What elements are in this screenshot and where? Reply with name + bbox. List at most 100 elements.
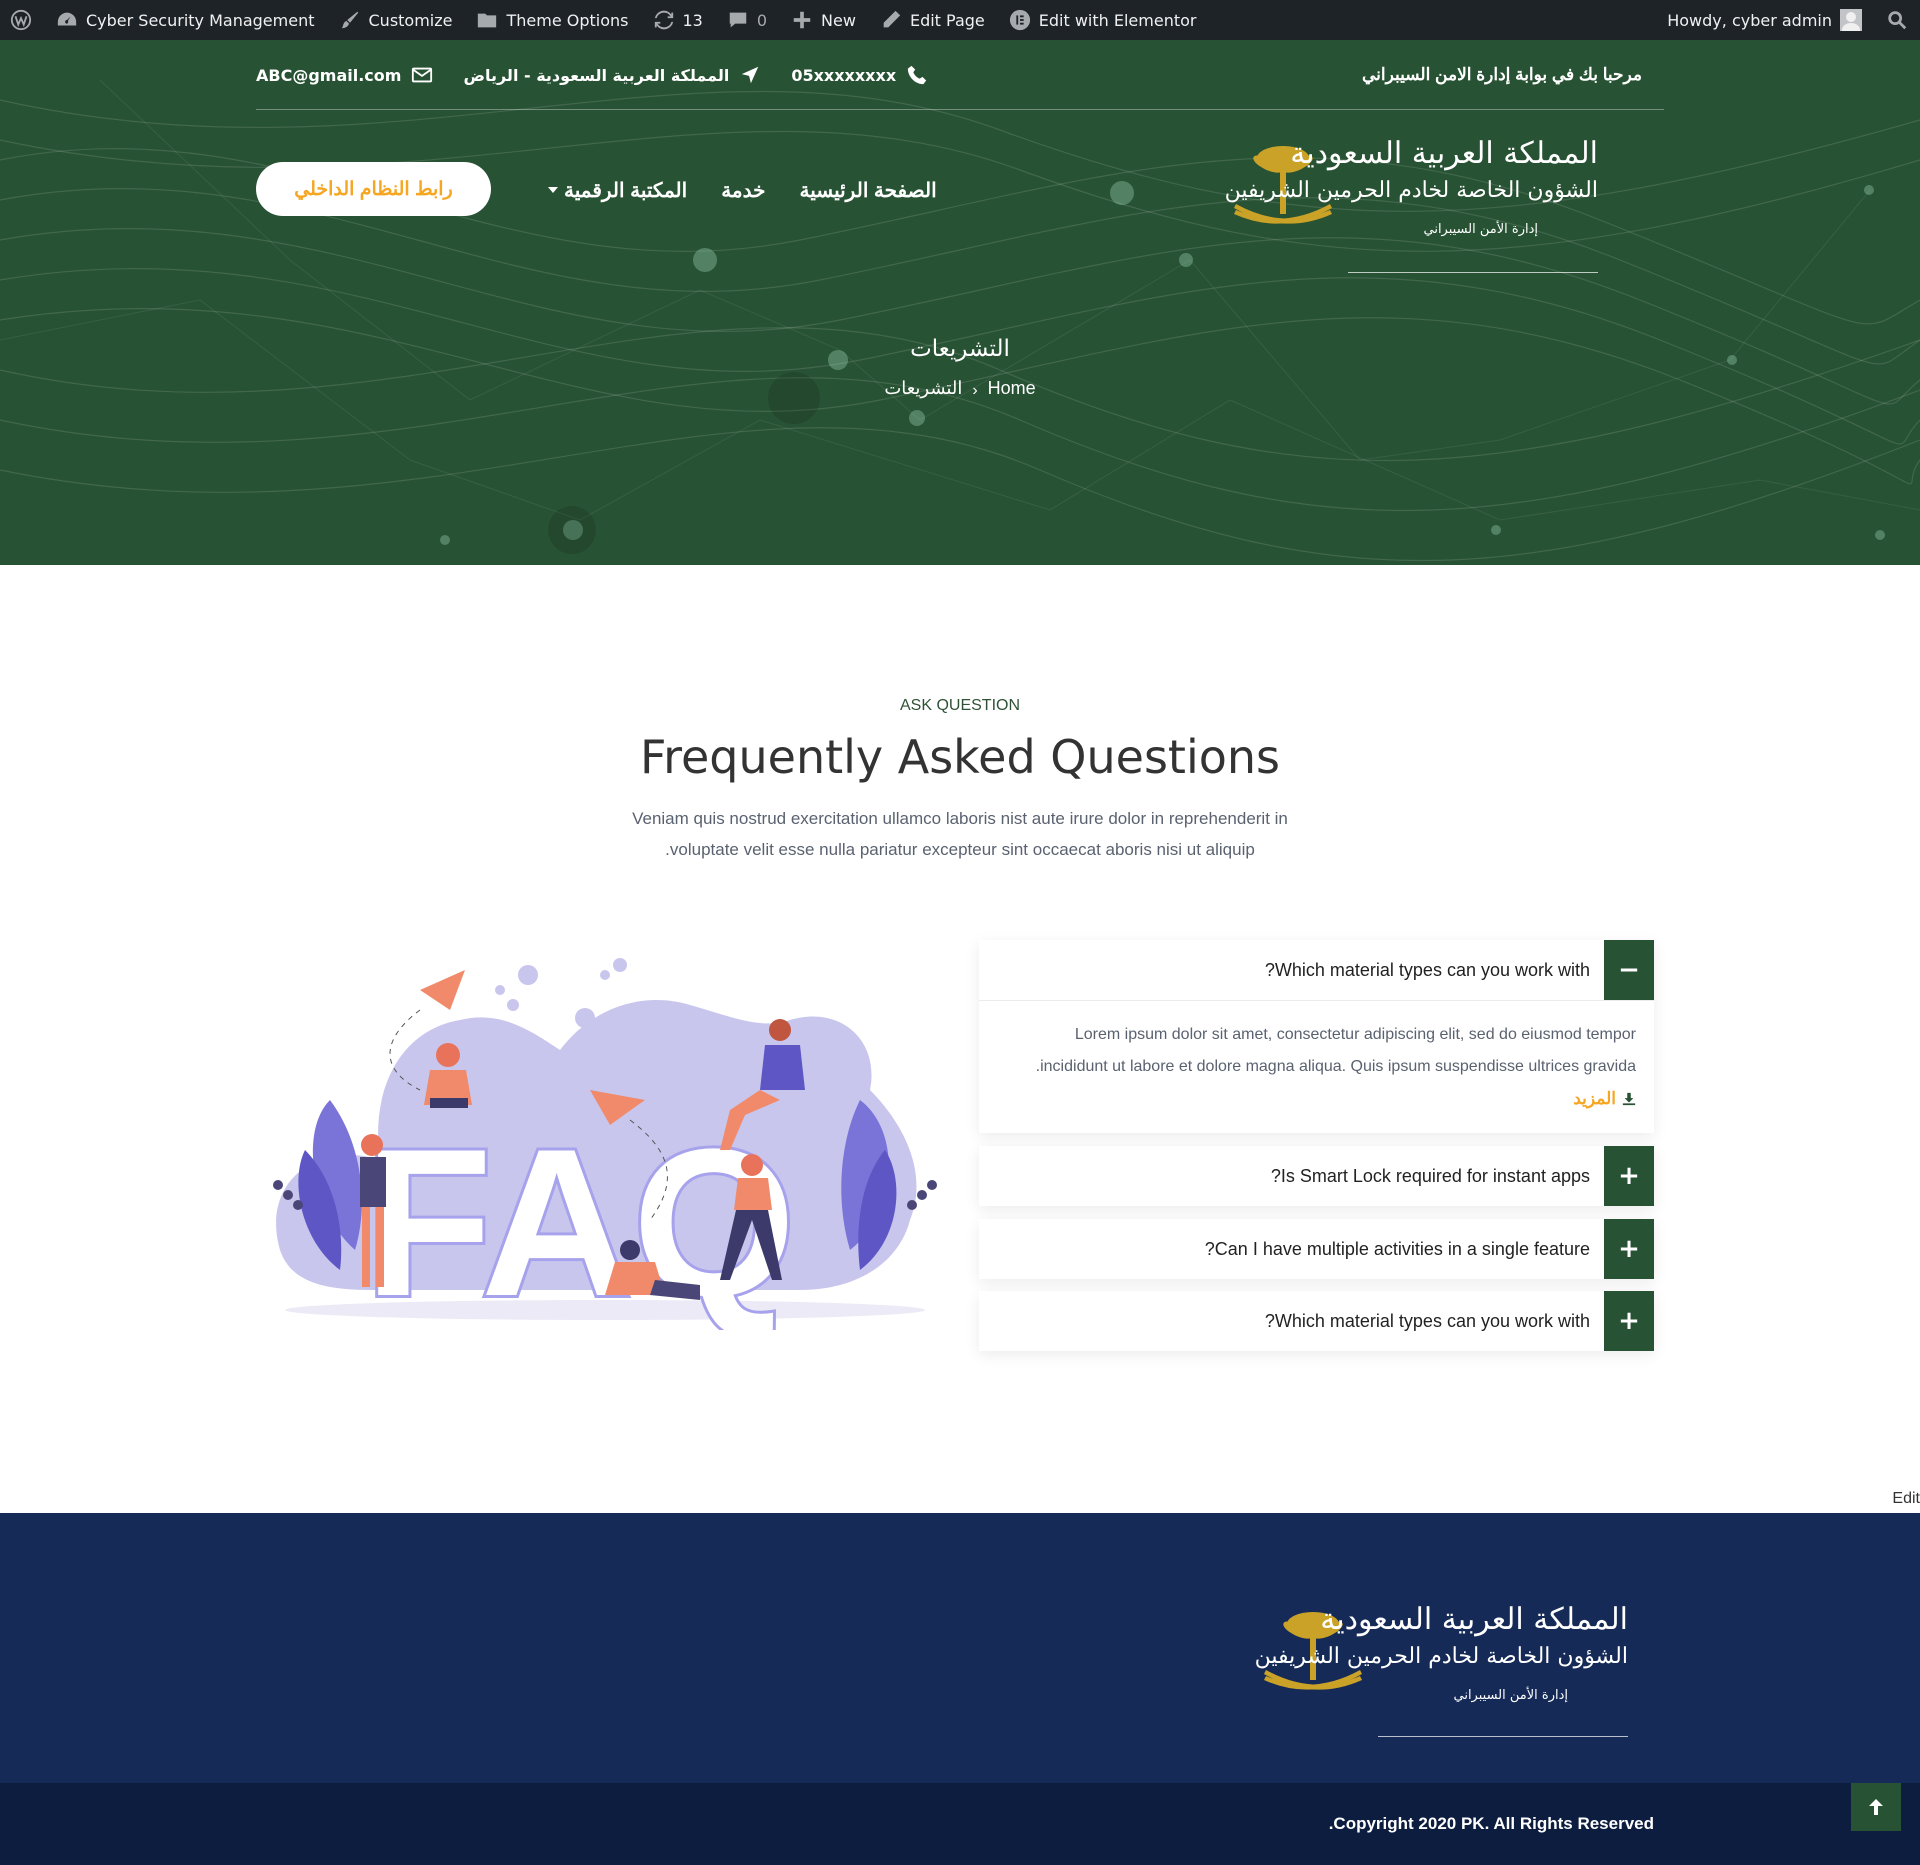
logo-line-1: المملكة العربية السعودية [1290, 136, 1598, 171]
new-content-link[interactable]: New [779, 0, 868, 40]
nav-item-home[interactable]: الصفحة الرئيسية [799, 178, 936, 203]
faq-item-header[interactable]: ?Can I have multiple activities in a sin… [979, 1219, 1654, 1279]
faq-answer: Lorem ipsum dolor sit amet, consectetur … [979, 1000, 1654, 1136]
nav-label-digital-library: المكتبة الرقمية [564, 179, 688, 202]
email-contact[interactable]: ABC@gmail.com [256, 64, 433, 86]
location-arrow-icon [742, 66, 759, 84]
nav-item-digital-library[interactable]: المكتبة الرقمية [548, 178, 687, 203]
site-name-menu[interactable]: Cyber Security Management [44, 0, 327, 40]
site-logo[interactable]: المملكة العربية السعودية الشؤون الخاصة ل… [1224, 132, 1598, 282]
my-account-menu[interactable]: Howdy, cyber admin [1657, 0, 1874, 40]
theme-options-link[interactable]: Theme Options [464, 0, 640, 40]
expand-plus-icon[interactable]: + [1604, 1291, 1654, 1351]
logo-underline [1348, 272, 1598, 273]
section-eyebrow: ASK QUESTION [899, 697, 1021, 714]
refresh-icon [654, 10, 673, 30]
email-text: ABC@gmail.com [256, 65, 402, 85]
pencil-icon [883, 10, 901, 30]
collapse-minus-icon[interactable]: − [1604, 940, 1654, 1000]
logo-line-3: إدارة الأمن السيبراني [1423, 222, 1538, 237]
admin-search[interactable] [1874, 0, 1920, 40]
brush-icon [341, 11, 358, 29]
main-nav: المكتبة الرقمية خدمة الصفحة الرئيسية [548, 160, 937, 220]
chevron-down-icon [548, 187, 558, 193]
faq-question: ?Which material types can you work with [1264, 959, 1590, 980]
wp-logo-menu[interactable] [0, 0, 44, 40]
theme-options-label: Theme Options [506, 10, 629, 30]
expand-plus-icon[interactable]: + [1604, 1219, 1654, 1279]
copyright-bar: .Copyright 2020 PK. All Rights Reserved [0, 1783, 1920, 1865]
site-name-label: Cyber Security Management [86, 10, 315, 30]
faq-question: ?Which material types can you work with [1264, 1310, 1590, 1331]
faq-illustration: FAQ [273, 958, 937, 1330]
copyright-text: .Copyright 2020 PK. All Rights Reserved [1328, 1814, 1654, 1833]
envelope-icon [412, 67, 433, 83]
welcome-message: مرحبا بك في بوابة إدارة الامن السيبراني [1361, 65, 1642, 84]
contact-info: ABC@gmail.com المملكة العربية السعودية -… [256, 40, 928, 110]
faq-item: ?Which material types can you work with … [979, 940, 1654, 1133]
phone-contact[interactable]: 05xxxxxxxx [791, 64, 928, 86]
breadcrumb-current: التشريعات [884, 377, 963, 398]
footer-logo[interactable]: المملكة العربية السعودية الشؤون الخاصة ل… [1254, 1598, 1628, 1748]
answer-line-2: .incididunt ut labore et dolore magna al… [1035, 1058, 1636, 1075]
edit-page-link[interactable]: Edit Page [868, 0, 997, 40]
edit-elementor-link[interactable]: Edit with Elementor [997, 0, 1209, 40]
updates-count: 13 [682, 10, 703, 30]
faq-item-header[interactable]: ?Which material types can you work with … [979, 940, 1654, 1000]
edit-elementor-label: Edit with Elementor [1038, 10, 1197, 30]
breadcrumb-home-link[interactable]: Home [988, 378, 1036, 399]
new-label: New [821, 10, 856, 30]
read-more-label: المزيد [1573, 1089, 1616, 1108]
footer-logo-line-1: المملكة العربية السعودية [1320, 1602, 1628, 1637]
contact-topbar: ABC@gmail.com المملكة العربية السعودية -… [256, 40, 1664, 110]
chevron-right-icon: › [972, 382, 978, 399]
faq-question: ?Can I have multiple activities in a sin… [1204, 1238, 1590, 1259]
section-intro: Veniam quis nostrud exercitation ullamco… [560, 803, 1360, 865]
customize-link[interactable]: Customize [327, 0, 465, 40]
phone-text: 05xxxxxxxx [791, 65, 897, 85]
elementor-edit-link[interactable]: Edit [1892, 1490, 1920, 1508]
answer-line-1: Lorem ipsum dolor sit amet, consectetur … [1074, 1026, 1636, 1043]
read-more-link[interactable]: المزيد [1573, 1083, 1636, 1115]
hero-header: ABC@gmail.com المملكة العربية السعودية -… [0, 40, 1920, 565]
comments-count: 0 [756, 10, 768, 30]
footer-logo-underline [1378, 1736, 1628, 1737]
faq-item-header[interactable]: ?Is Smart Lock required for instant apps… [979, 1146, 1654, 1206]
footer-logo-line-2: الشؤون الخاصة لخادم الحرمين الشريفين [1254, 1644, 1628, 1669]
intro-line-2: .voluptate velit esse nulla pariatur exc… [665, 840, 1255, 859]
breadcrumb: التشريعات › Home [0, 376, 1920, 400]
intro-line-1: Veniam quis nostrud exercitation ullamco… [632, 809, 1288, 828]
page-title: التشريعات [910, 335, 1010, 361]
comments-link[interactable]: 0 [715, 0, 779, 40]
elementor-icon [1009, 9, 1030, 31]
faq-item-header[interactable]: ?Which material types can you work with … [979, 1291, 1654, 1351]
expand-plus-icon[interactable]: + [1604, 1146, 1654, 1206]
wordpress-icon [10, 9, 32, 31]
location-text: المملكة العربية السعودية - الرياض [463, 65, 730, 85]
faq-item: ?Can I have multiple activities in a sin… [979, 1219, 1654, 1279]
location-contact: المملكة العربية السعودية - الرياض [463, 64, 761, 86]
network-background [0, 79, 1920, 562]
faq-question: ?Is Smart Lock required for instant apps [1270, 1165, 1590, 1186]
section-heading: Frequently Asked Questions [639, 730, 1281, 784]
scroll-to-top-button[interactable] [1851, 1783, 1901, 1831]
faq-item: ?Which material types can you work with … [979, 1291, 1654, 1351]
logo-line-2: الشؤون الخاصة لخادم الحرمين الشريفين [1224, 178, 1598, 203]
faq-item: ?Is Smart Lock required for instant apps… [979, 1146, 1654, 1206]
download-icon [1622, 1092, 1636, 1106]
wp-admin-bar: Cyber Security Management Customize Them… [0, 0, 1920, 40]
comment-icon [729, 12, 747, 28]
phone-icon [907, 65, 927, 85]
updates-link[interactable]: 13 [641, 0, 715, 40]
internal-system-button[interactable]: رابط النظام الداخلي [256, 162, 491, 216]
search-icon [1888, 11, 1907, 30]
customize-label: Customize [368, 10, 453, 30]
howdy-label: Howdy, cyber admin [1667, 10, 1832, 30]
footer-logo-line-3: إدارة الأمن السيبراني [1453, 1688, 1568, 1703]
plus-icon [793, 11, 811, 29]
edit-page-label: Edit Page [909, 10, 985, 30]
dashboard-gauge-icon [57, 12, 77, 26]
folder-icon [478, 13, 497, 28]
arrow-up-icon [1869, 1799, 1883, 1815]
nav-item-service[interactable]: خدمة [721, 178, 765, 203]
